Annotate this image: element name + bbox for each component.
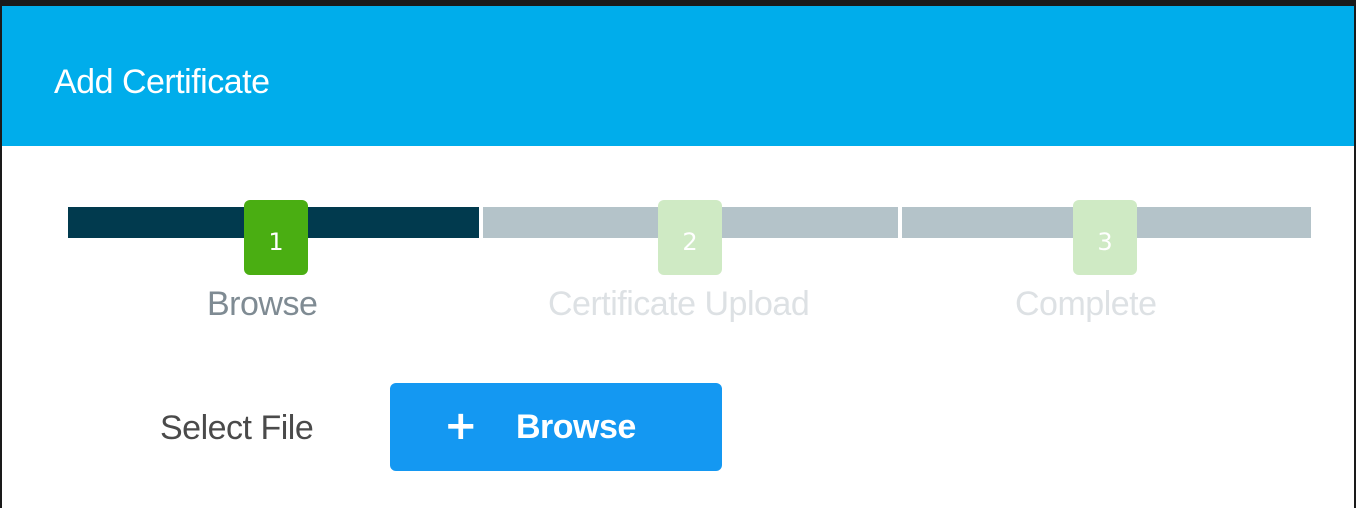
- dialog-title: Add Certificate: [54, 63, 270, 101]
- select-file-label: Select File: [160, 409, 314, 447]
- plus-icon: +: [444, 403, 478, 449]
- browse-button[interactable]: + Browse: [390, 383, 722, 471]
- add-certificate-dialog: Add Certificate 1 2 3 Browse Certificate…: [0, 0, 1356, 508]
- step-3-badge: 3: [1073, 200, 1137, 275]
- step-2-label: Certificate Upload: [548, 285, 810, 323]
- browse-button-label: Browse: [516, 408, 636, 446]
- step-1-label: Browse: [207, 285, 318, 323]
- step-2-badge: 2: [658, 200, 722, 275]
- step-3-label: Complete: [1015, 285, 1157, 323]
- dialog-header: Add Certificate: [2, 6, 1354, 146]
- step-1-badge: 1: [244, 200, 308, 275]
- progress-stepper: 1 2 3 Browse Certificate Upload Complete: [68, 200, 1311, 330]
